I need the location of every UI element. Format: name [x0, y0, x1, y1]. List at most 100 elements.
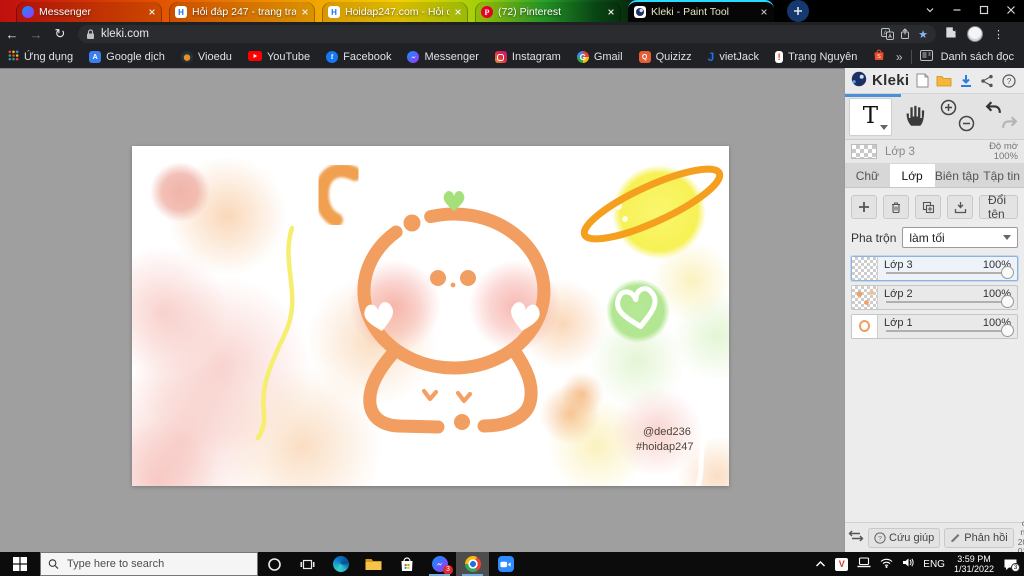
tab-lop[interactable]: Lớp: [889, 164, 935, 187]
zoom-app-icon[interactable]: [489, 552, 522, 576]
tab-hoidap247-2[interactable]: H Hoidap247.com - Hỏi đáp online: [322, 2, 468, 22]
bookmark-apps[interactable]: Ứng dụng: [8, 48, 73, 66]
add-layer-button[interactable]: [851, 195, 877, 219]
opacity-slider-track[interactable]: [886, 301, 1003, 303]
bookmark-star-icon[interactable]: ★: [918, 28, 928, 41]
opacity-slider-knob[interactable]: [1001, 324, 1014, 337]
bookmark-vioedu[interactable]: Vioedu: [180, 51, 232, 63]
bookmark-label: YouTube: [266, 51, 311, 63]
duplicate-layer-button[interactable]: [915, 195, 941, 219]
share-button[interactable]: [979, 74, 997, 88]
new-image-button[interactable]: [913, 73, 931, 88]
reading-list-icon[interactable]: [919, 48, 933, 66]
save-download-button[interactable]: [957, 74, 975, 88]
help-button[interactable]: ?: [1000, 73, 1018, 88]
tab-chu[interactable]: Chữ: [845, 164, 890, 187]
minimize-button[interactable]: [952, 2, 962, 20]
close-window-button[interactable]: [1006, 2, 1016, 20]
tab-close-icon[interactable]: [301, 8, 309, 16]
help-chip[interactable]: ? Cứu giúp: [868, 527, 941, 548]
hand-tool-button[interactable]: [902, 100, 928, 133]
tab-close-icon[interactable]: [454, 8, 462, 16]
opacity-slider-track[interactable]: [886, 272, 1003, 274]
lock-icon[interactable]: [86, 28, 95, 40]
share-icon[interactable]: [900, 28, 912, 40]
opacity-slider-track[interactable]: [886, 330, 1003, 332]
text-tool-button[interactable]: T: [849, 97, 892, 136]
layer-row-2[interactable]: Lớp 2 100%: [851, 285, 1018, 310]
zoom-in-button[interactable]: [940, 99, 957, 116]
tool-dropdown-chevron-icon[interactable]: [879, 124, 888, 130]
bookmark-label: Ứng dụng: [24, 51, 74, 63]
bookmark-gmail[interactable]: G Gmail: [576, 51, 623, 63]
bookmark-instagram[interactable]: Instagram: [494, 51, 561, 63]
tab-pinterest[interactable]: P (72) Pinterest: [475, 2, 621, 22]
bookmark-facebook[interactable]: f Facebook: [326, 51, 391, 63]
taskbar-search-box[interactable]: [40, 552, 258, 576]
back-button[interactable]: ←: [0, 27, 24, 42]
profile-avatar[interactable]: [967, 26, 983, 42]
merge-layer-button[interactable]: [947, 195, 973, 219]
bookmark-google-translate[interactable]: A Google dịch: [89, 51, 165, 63]
paint-canvas[interactable]: @ded236 #hoidap247: [132, 146, 729, 486]
laptop-tray-icon[interactable]: [857, 555, 871, 573]
tab-hoidap247-1[interactable]: H Hỏi đáp 247 - trang tra loi: [169, 2, 315, 22]
undo-button[interactable]: [985, 100, 1002, 115]
new-tab-button[interactable]: [787, 0, 809, 22]
zoom-out-button[interactable]: [958, 115, 975, 132]
translate-icon[interactable]: A: [881, 28, 895, 40]
reload-button[interactable]: ↻: [48, 26, 72, 42]
reading-list-label[interactable]: Danh sách đọc: [941, 51, 1014, 63]
forward-button[interactable]: →: [24, 27, 48, 42]
tab-tap-tin[interactable]: Tập tin: [979, 164, 1024, 187]
action-center-icon[interactable]: 3: [1003, 558, 1020, 572]
tab-close-icon[interactable]: [148, 8, 156, 16]
opacity-slider-knob[interactable]: [1001, 295, 1014, 308]
tab-title: Messenger: [39, 6, 91, 18]
bookmark-quizizz[interactable]: Q Quizizz: [638, 51, 692, 63]
taskbar-clock[interactable]: 3:59 PM 1/31/2022: [954, 554, 994, 575]
search-input[interactable]: [64, 557, 250, 571]
vlc-tray-icon[interactable]: V: [835, 557, 849, 571]
wifi-icon[interactable]: [880, 555, 893, 573]
bookmark-vietjack[interactable]: J vietJack: [708, 50, 759, 64]
tab-kleki-active[interactable]: Kleki - Paint Tool: [628, 0, 774, 22]
rename-layer-button[interactable]: Đổi tên: [979, 193, 1018, 221]
file-explorer-icon[interactable]: [357, 552, 390, 576]
tab-close-icon[interactable]: [607, 8, 615, 16]
redo-button[interactable]: [1001, 115, 1018, 130]
microsoft-store-icon[interactable]: [390, 552, 423, 576]
feedback-chip[interactable]: Phản hồi: [944, 527, 1014, 548]
bookmark-messenger[interactable]: Messenger: [407, 51, 479, 63]
language-indicator[interactable]: ENG: [923, 559, 945, 570]
swap-arrows-icon[interactable]: [848, 529, 864, 546]
chrome-app-icon[interactable]: [456, 552, 489, 576]
bookmark-label: Trạng Nguyên: [788, 51, 858, 63]
cortana-button[interactable]: [258, 552, 291, 576]
edge-icon[interactable]: [324, 552, 357, 576]
open-file-button[interactable]: [935, 74, 953, 87]
bookmarks-overflow-chevron[interactable]: »: [896, 50, 903, 64]
layer-row-3[interactable]: Lớp 3 100%: [851, 256, 1018, 281]
delete-layer-button[interactable]: [883, 195, 909, 219]
extensions-puzzle-icon[interactable]: [944, 25, 957, 43]
browser-menu-icon[interactable]: ⋮: [993, 28, 1004, 41]
maximize-button[interactable]: [979, 2, 989, 20]
layer-row-1[interactable]: Lớp 1 100%: [851, 314, 1018, 339]
volume-icon[interactable]: [902, 555, 914, 573]
active-layer-thumbnail[interactable]: [851, 144, 877, 159]
tab-bien-tap[interactable]: Biên tập: [935, 164, 980, 187]
address-bar[interactable]: kleki.com A ★: [78, 25, 936, 43]
bookmark-youtube[interactable]: YouTube: [247, 48, 311, 66]
messenger-app-icon[interactable]: 3: [423, 552, 456, 576]
task-view-button[interactable]: [291, 552, 324, 576]
start-button[interactable]: [0, 552, 40, 576]
show-hidden-icons-chevron[interactable]: [815, 555, 826, 573]
opacity-slider-knob[interactable]: [1001, 266, 1014, 279]
tab-messenger[interactable]: Messenger: [16, 2, 162, 22]
tab-search-chevron-icon[interactable]: [925, 2, 935, 20]
svg-text:?: ?: [1007, 77, 1012, 86]
bookmark-trangnguyen[interactable]: ! Trạng Nguyên: [775, 51, 857, 63]
tab-close-icon[interactable]: [760, 8, 768, 16]
blend-mode-select[interactable]: làm tối: [902, 227, 1018, 248]
